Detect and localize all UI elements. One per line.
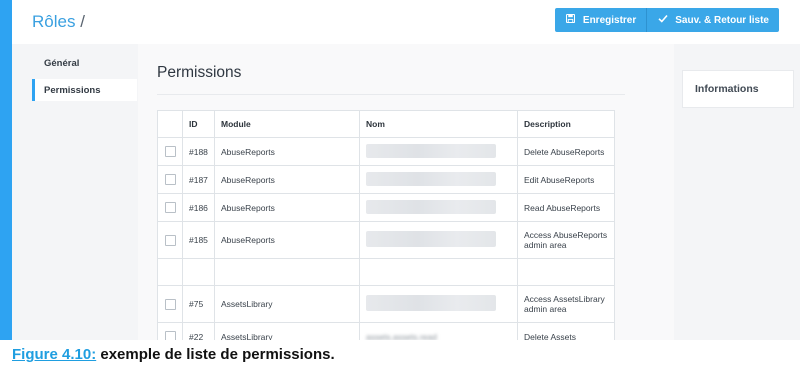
table-row[interactable]: #187 AbuseReports Edit AbuseReports	[157, 165, 615, 194]
redacted-name-cell	[366, 171, 496, 186]
save-and-return-label: Sauv. & Retour liste	[675, 14, 769, 26]
cell-id: #75	[182, 285, 215, 323]
column-header-id[interactable]: ID	[182, 110, 215, 138]
cell-module: AssetsLibrary	[214, 322, 360, 340]
cell-id: #186	[182, 193, 215, 222]
column-header-nom[interactable]: Nom	[359, 110, 518, 138]
breadcrumb-separator: /	[80, 12, 85, 31]
cell-description: Access AssetsLibrary admin area	[517, 285, 615, 323]
figure-caption: Figure 4.10: exemple de liste de permiss…	[12, 346, 335, 363]
cell-name-blurred: assets.assets.read	[366, 331, 437, 341]
main-content: Permissions ID Module Nom Description #1…	[138, 44, 674, 340]
row-checkbox[interactable]	[164, 234, 176, 246]
cell-module: AbuseReports	[214, 193, 360, 222]
cell-description: Read AbuseReports	[517, 193, 615, 222]
sidebar-item-general[interactable]: Général	[32, 52, 137, 74]
cell-description: Access AbuseReports admin area	[517, 221, 615, 259]
column-header-description[interactable]: Description	[517, 110, 615, 138]
informations-title: Informations	[695, 83, 759, 95]
sidebar-item-permissions[interactable]: Permissions	[32, 79, 137, 101]
cell-module: AbuseReports	[214, 137, 360, 166]
sidebar-item-label: Général	[44, 57, 80, 69]
cell-description: Edit AbuseReports	[517, 165, 615, 194]
row-checkbox[interactable]	[164, 202, 176, 214]
table-row[interactable]: #75 AssetsLibrary Access AssetsLibrary a…	[157, 285, 615, 323]
sidebar-item-label: Permissions	[44, 84, 101, 96]
save-and-return-button[interactable]: Sauv. & Retour liste	[646, 8, 779, 32]
row-checkbox[interactable]	[164, 146, 176, 158]
row-checkbox[interactable]	[164, 331, 176, 340]
cell-module: AbuseReports	[214, 165, 360, 194]
app-screenshot: Rôles / Enregistrer Sauv. & Retour liste…	[0, 0, 800, 340]
title-divider	[157, 94, 625, 95]
checkmark-icon	[657, 14, 669, 26]
save-button[interactable]: Enregistrer	[555, 8, 646, 32]
action-button-group: Enregistrer Sauv. & Retour liste	[554, 8, 779, 32]
redacted-name-cell	[366, 295, 496, 311]
table-row[interactable]: #22 AssetsLibrary assets.assets.read Del…	[157, 322, 615, 341]
breadcrumb: Rôles /	[32, 12, 85, 32]
redacted-name-cell	[366, 231, 496, 247]
cell-description: Delete AbuseReports	[517, 137, 615, 166]
informations-card: Informations	[682, 70, 794, 108]
page-title: Permissions	[157, 64, 242, 81]
figure-caption-text: exemple de liste de permissions.	[96, 346, 335, 363]
table-row[interactable]: #185 AbuseReports Access AbuseReports ad…	[157, 221, 615, 259]
redacted-name-cell	[366, 199, 496, 214]
cell-id: #187	[182, 165, 215, 194]
save-button-label: Enregistrer	[582, 14, 637, 26]
top-header: Rôles / Enregistrer Sauv. & Retour liste	[12, 0, 800, 45]
left-sidebar: Général Permissions	[12, 44, 138, 340]
cell-id: #22	[182, 322, 215, 340]
column-header-module[interactable]: Module	[214, 110, 360, 138]
left-accent-bar	[0, 0, 12, 340]
cell-module: AssetsLibrary	[214, 285, 360, 323]
table-row[interactable]: #186 AbuseReports Read AbuseReports	[157, 193, 615, 222]
table-row-empty	[157, 258, 615, 286]
cell-id: #185	[182, 221, 215, 259]
right-panel: Informations	[674, 44, 800, 340]
row-checkbox[interactable]	[164, 174, 176, 186]
cell-description: Delete Assets	[517, 322, 615, 340]
select-column-header	[157, 110, 183, 138]
redacted-name-cell	[366, 143, 496, 158]
breadcrumb-roles-link[interactable]: Rôles	[32, 12, 75, 31]
cell-module: AbuseReports	[214, 221, 360, 259]
figure-label: Figure 4.10:	[12, 346, 97, 363]
permissions-table: ID Module Nom Description #188 AbuseRepo…	[157, 110, 615, 340]
row-checkbox[interactable]	[164, 298, 176, 310]
cell-id: #188	[182, 137, 215, 166]
table-header-row: ID Module Nom Description	[157, 110, 615, 138]
table-row[interactable]: #188 AbuseReports Delete AbuseReports	[157, 137, 615, 166]
floppy-disk-icon	[565, 13, 577, 26]
